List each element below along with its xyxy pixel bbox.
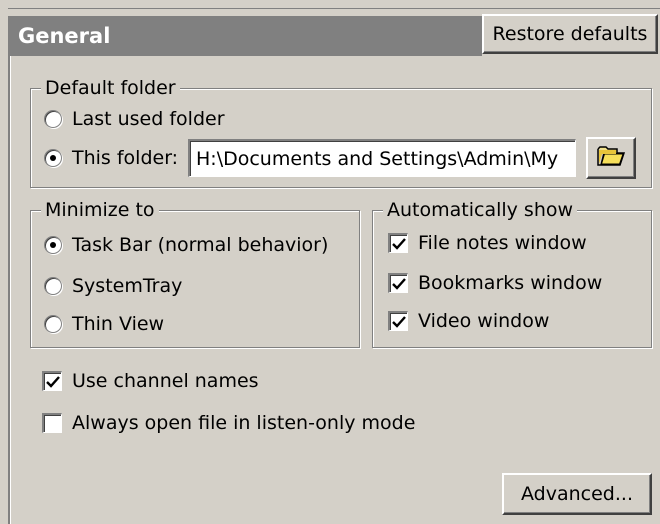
file-notes-checkbox[interactable] — [388, 233, 408, 253]
last-used-folder-radio[interactable] — [44, 110, 62, 128]
section-header: General — [10, 16, 482, 56]
thinview-radio[interactable] — [44, 315, 62, 333]
section-title: General — [18, 24, 111, 48]
file-notes-window-option[interactable]: File notes window — [388, 230, 587, 256]
general-settings-panel: General Restore defaults Default folder … — [0, 0, 660, 524]
use-channel-names-label: Use channel names — [72, 370, 259, 392]
restore-defaults-button[interactable]: Restore defaults — [482, 14, 658, 54]
file-notes-label: File notes window — [418, 232, 587, 254]
video-label: Video window — [418, 310, 550, 332]
minimize-to-legend: Minimize to — [41, 198, 159, 222]
left-border — [8, 16, 11, 524]
listen-only-label: Always open file in listen-only mode — [72, 412, 416, 434]
checkmark-icon — [391, 277, 406, 290]
video-window-option[interactable]: Video window — [388, 308, 549, 334]
video-checkbox[interactable] — [388, 311, 408, 331]
bookmarks-window-option[interactable]: Bookmarks window — [388, 270, 602, 296]
taskbar-label: Task Bar (normal behavior) — [72, 234, 329, 256]
checkmark-icon — [391, 315, 406, 328]
use-channel-names-checkbox[interactable] — [42, 371, 62, 391]
checkmark-icon — [391, 237, 406, 250]
use-channel-names-option[interactable]: Use channel names — [42, 368, 259, 394]
folder-path-input[interactable] — [188, 139, 576, 177]
advanced-button[interactable]: Advanced... — [502, 473, 652, 515]
this-folder-radio[interactable] — [44, 149, 62, 167]
this-folder-option[interactable]: This folder: — [44, 145, 178, 171]
taskbar-radio[interactable] — [44, 236, 62, 254]
last-used-folder-label: Last used folder — [72, 108, 225, 130]
last-used-folder-option[interactable]: Last used folder — [44, 106, 225, 132]
thinview-label: Thin View — [72, 313, 165, 335]
browse-folder-button[interactable] — [586, 137, 636, 179]
top-divider — [8, 8, 660, 9]
listen-only-checkbox[interactable] — [42, 413, 62, 433]
radio-selected-dot — [50, 155, 56, 161]
checkmark-icon — [45, 375, 60, 388]
minimize-option-thinview[interactable]: Thin View — [44, 311, 164, 337]
default-folder-legend: Default folder — [41, 76, 180, 100]
auto-show-legend: Automatically show — [383, 198, 578, 222]
this-folder-label: This folder: — [72, 147, 179, 169]
listen-only-option[interactable]: Always open file in listen-only mode — [42, 410, 415, 436]
minimize-option-systemtray[interactable]: SystemTray — [44, 273, 182, 299]
bookmarks-checkbox[interactable] — [388, 273, 408, 293]
systemtray-label: SystemTray — [72, 275, 183, 297]
bookmarks-label: Bookmarks window — [418, 272, 603, 294]
minimize-option-taskbar[interactable]: Task Bar (normal behavior) — [44, 232, 328, 258]
systemtray-radio[interactable] — [44, 277, 62, 295]
folder-icon — [597, 145, 626, 172]
radio-selected-dot — [50, 242, 56, 248]
